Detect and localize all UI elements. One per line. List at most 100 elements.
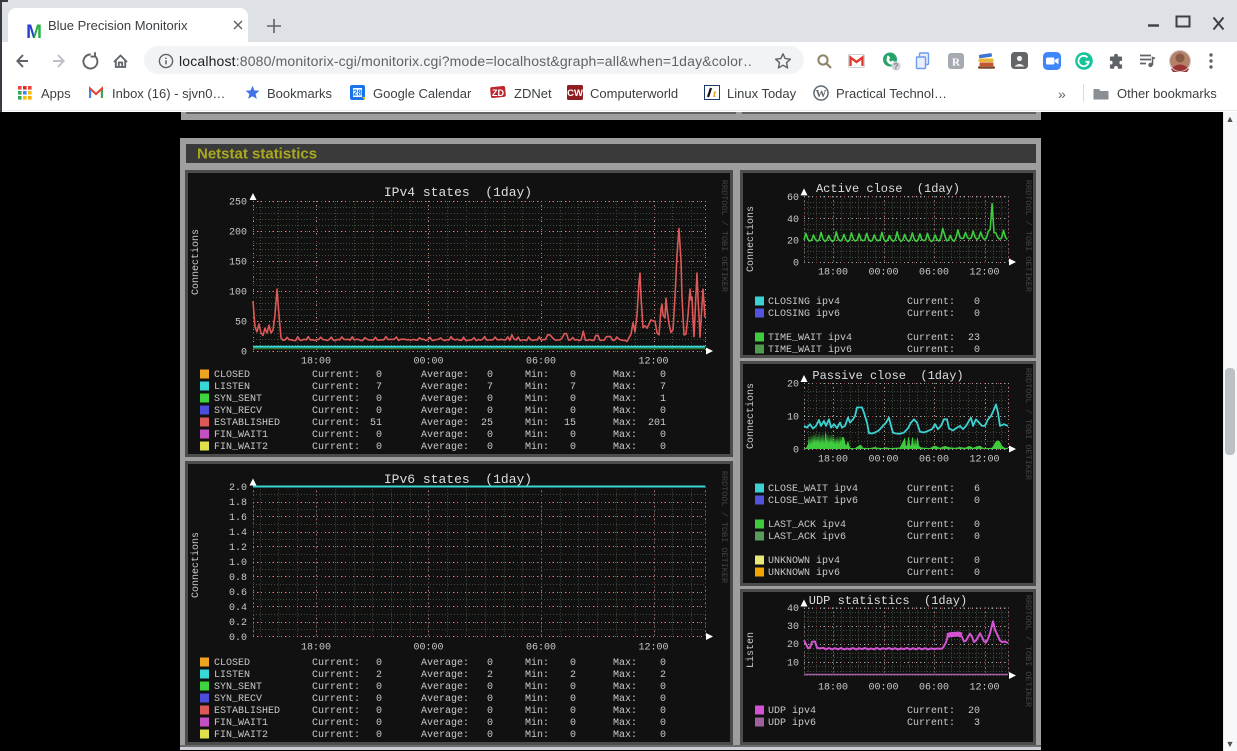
svg-text:Min:: Min: [525, 681, 549, 693]
svg-text:10: 10 [787, 658, 799, 669]
svg-text:ESTABLISHED: ESTABLISHED [214, 706, 280, 717]
svg-text:UNKNOWN ipv6: UNKNOWN ipv6 [768, 567, 840, 579]
svg-text:2.0: 2.0 [229, 483, 247, 494]
svg-text:0: 0 [570, 718, 576, 729]
svg-text:Max:: Max: [613, 394, 637, 405]
svg-text:Average:: Average: [421, 730, 469, 741]
svg-text:Average:: Average: [421, 718, 469, 729]
svg-text:Current:: Current: [312, 694, 360, 705]
svg-text:0: 0 [241, 348, 247, 359]
svg-text:RRDTOOL / TOBI OETIKER: RRDTOOL / TOBI OETIKER [1023, 595, 1033, 707]
svg-text:0: 0 [376, 430, 382, 441]
svg-text:00:00: 00:00 [413, 643, 443, 654]
svg-text:Max:: Max: [613, 682, 637, 693]
svg-text:Current:: Current: [907, 496, 955, 507]
svg-text:0: 0 [570, 694, 576, 705]
svg-text:0: 0 [793, 446, 799, 457]
svg-text:Current:: Current: [312, 370, 360, 381]
svg-text:0: 0 [660, 682, 666, 693]
svg-text:Current:: Current: [907, 345, 955, 356]
svg-text:0: 0 [660, 694, 666, 705]
svg-text:RRDTOOL / TOBI OETIKER: RRDTOOL / TOBI OETIKER [719, 471, 729, 583]
svg-text:Current:: Current: [312, 382, 360, 393]
svg-text:Min:: Min: [525, 405, 549, 417]
svg-text:0: 0 [974, 556, 980, 567]
svg-text:0.6: 0.6 [229, 588, 247, 599]
svg-text:1: 1 [660, 394, 666, 405]
svg-text:200: 200 [229, 228, 247, 239]
svg-text:06:00: 06:00 [526, 357, 556, 368]
svg-text:Min:: Min: [525, 429, 549, 441]
svg-text:Current:: Current: [312, 718, 360, 729]
svg-text:18:00: 18:00 [301, 357, 331, 368]
svg-text:LISTEN: LISTEN [214, 670, 250, 681]
svg-text:Average:: Average: [421, 694, 469, 705]
svg-text:Netstat statistics: Netstat statistics [197, 146, 317, 163]
svg-text:LISTEN: LISTEN [214, 382, 250, 393]
svg-text:Max:: Max: [613, 442, 637, 453]
svg-text:20: 20 [787, 380, 799, 391]
svg-text:51: 51 [370, 418, 382, 429]
svg-text:15: 15 [564, 418, 576, 429]
svg-text:Current:: Current: [907, 309, 955, 320]
svg-text:00:00: 00:00 [868, 455, 898, 466]
svg-text:Max:: Max: [613, 694, 637, 705]
svg-text:Max:: Max: [613, 418, 637, 429]
svg-text:0: 0 [570, 682, 576, 693]
svg-text:Average:: Average: [421, 370, 469, 381]
svg-text:0: 0 [974, 345, 980, 356]
svg-text:0: 0 [974, 568, 980, 579]
svg-text:LAST_ACK ipv4: LAST_ACK ipv4 [768, 519, 846, 531]
svg-text:00:00: 00:00 [868, 683, 898, 694]
svg-text:SYN_RECV: SYN_RECV [214, 406, 262, 417]
svg-text:12:00: 12:00 [638, 643, 668, 654]
svg-text:TIME_WAIT ipv6: TIME_WAIT ipv6 [768, 344, 852, 356]
svg-text:Current:: Current: [312, 394, 360, 405]
svg-text:12:00: 12:00 [638, 357, 668, 368]
svg-text:Listen: Listen [745, 632, 757, 668]
svg-text:7: 7 [660, 382, 666, 393]
svg-text:0: 0 [570, 406, 576, 417]
svg-text:18:00: 18:00 [818, 683, 848, 694]
svg-text:FIN_WAIT2: FIN_WAIT2 [214, 730, 268, 741]
svg-text:0: 0 [487, 370, 493, 381]
svg-text:CLOSED: CLOSED [214, 658, 250, 669]
svg-text:Current:: Current: [312, 706, 360, 717]
svg-text:Connections: Connections [190, 229, 202, 295]
svg-text:Average:: Average: [421, 682, 469, 693]
svg-text:1.6: 1.6 [229, 513, 247, 524]
svg-text:0: 0 [376, 406, 382, 417]
svg-text:0: 0 [570, 706, 576, 717]
svg-text:0: 0 [376, 718, 382, 729]
svg-text:40: 40 [787, 215, 799, 226]
svg-text:IPv4 states (1day): IPv4 states (1day) [384, 185, 532, 200]
svg-text:12:00: 12:00 [969, 683, 999, 694]
svg-text:20: 20 [968, 706, 980, 717]
svg-text:CLOSED: CLOSED [214, 370, 250, 381]
svg-text:Current:: Current: [907, 484, 955, 495]
svg-text:FIN_WAIT1: FIN_WAIT1 [214, 430, 268, 441]
svg-text:0: 0 [376, 730, 382, 741]
svg-text:Current:: Current: [312, 682, 360, 693]
svg-text:SYN_SENT: SYN_SENT [214, 394, 262, 405]
svg-text:0: 0 [974, 520, 980, 531]
svg-text:Current:: Current: [312, 658, 360, 669]
svg-text:ESTABLISHED: ESTABLISHED [214, 418, 280, 429]
svg-text:Connections: Connections [745, 383, 757, 449]
svg-text:06:00: 06:00 [919, 268, 949, 279]
svg-text:Max:: Max: [613, 658, 637, 669]
svg-text:Current:: Current: [907, 718, 955, 729]
svg-text:0: 0 [974, 532, 980, 543]
svg-text:CLOSE_WAIT ipv4: CLOSE_WAIT ipv4 [768, 483, 858, 495]
svg-text:2: 2 [570, 670, 576, 681]
svg-text:0: 0 [487, 730, 493, 741]
svg-text:Min:: Min: [525, 441, 549, 453]
svg-text:LAST_ACK ipv6: LAST_ACK ipv6 [768, 531, 846, 543]
svg-text:250: 250 [229, 198, 247, 209]
svg-text:1.0: 1.0 [229, 558, 247, 569]
svg-text:Min:: Min: [525, 729, 549, 741]
svg-text:0: 0 [974, 297, 980, 308]
svg-text:RRDTOOL / TOBI OETIKER: RRDTOOL / TOBI OETIKER [719, 180, 729, 292]
svg-text:2: 2 [660, 670, 666, 681]
svg-text:Max:: Max: [613, 370, 637, 381]
